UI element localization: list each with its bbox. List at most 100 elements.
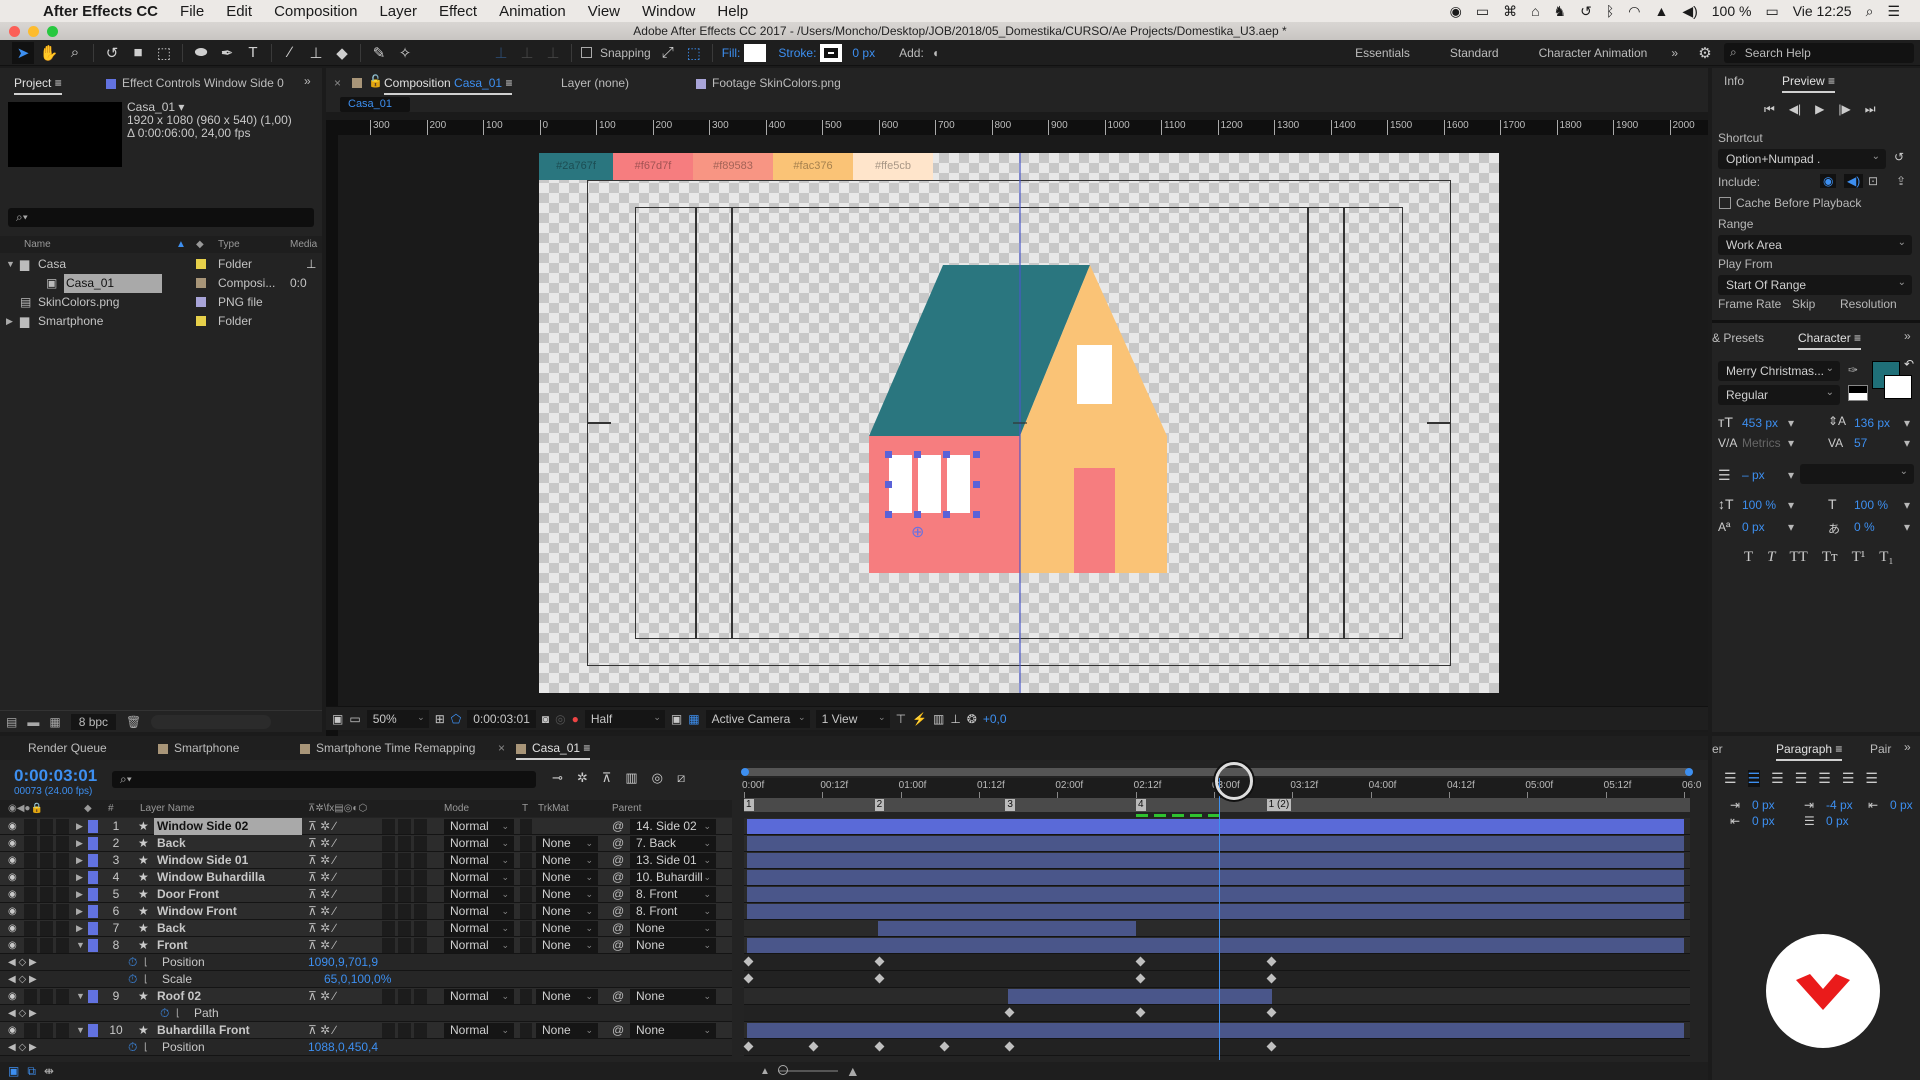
- property-value[interactable]: 1090,9,701,9: [308, 954, 378, 971]
- mask-visibility-icon[interactable]: ⬠: [451, 712, 461, 726]
- label-color-swatch[interactable]: [88, 871, 98, 884]
- justify-left-icon[interactable]: ☰: [1795, 770, 1808, 787]
- last-frame-button[interactable]: ⏭: [1865, 102, 1876, 117]
- parent-dropdown[interactable]: 13. Side 01 ⌄: [630, 853, 716, 868]
- font-size-dropdown-icon[interactable]: ▾: [1788, 416, 1794, 430]
- puppet-pin-tool-icon[interactable]: ✧: [394, 42, 416, 64]
- stroke-width-dropdown-icon[interactable]: ▾: [1788, 468, 1794, 482]
- more-tabs-icon[interactable]: »: [1904, 740, 1911, 754]
- tab-paragraph[interactable]: Paragraph ≡: [1776, 742, 1843, 761]
- display-icon[interactable]: ▭: [1476, 3, 1489, 20]
- flowchart-icon[interactable]: ⊥: [306, 255, 316, 274]
- audio-toggle[interactable]: [24, 887, 37, 902]
- property-row[interactable]: ◀ ◇ ▶ ⏱ ⌊ Path: [0, 1005, 732, 1022]
- label-color-swatch[interactable]: [88, 888, 98, 901]
- layer-switches[interactable]: ⊼ ✲ ∕: [308, 903, 336, 920]
- keyframe[interactable]: [1266, 1007, 1277, 1018]
- lock-toggle[interactable]: [56, 819, 69, 834]
- switch-toggle[interactable]: [398, 870, 411, 885]
- more-tabs-icon[interactable]: »: [304, 74, 311, 88]
- search-help-field[interactable]: ⌕ Search Help: [1724, 42, 1914, 63]
- motion-blur-icon[interactable]: ◎: [652, 770, 663, 786]
- lock-toggle[interactable]: [56, 836, 69, 851]
- stopwatch-icon[interactable]: ⏱: [128, 971, 137, 988]
- interpret-footage-icon[interactable]: ▤: [6, 715, 17, 729]
- keyframe[interactable]: [1266, 973, 1277, 984]
- menu-layer[interactable]: Layer: [368, 3, 428, 20]
- mode-dropdown[interactable]: Normal ⌄: [444, 836, 514, 851]
- keyframe[interactable]: [874, 1041, 885, 1052]
- visibility-eye-icon[interactable]: ◉: [8, 869, 17, 886]
- ellipse-tool-icon[interactable]: ⬬: [190, 42, 212, 64]
- label-color-swatch[interactable]: [88, 854, 98, 867]
- justify-right-icon[interactable]: ☰: [1842, 770, 1855, 787]
- label-color-swatch[interactable]: [88, 837, 98, 850]
- solo-toggle[interactable]: [40, 989, 53, 1004]
- mode-dropdown[interactable]: Normal ⌄: [444, 921, 514, 936]
- selection-tool-icon[interactable]: ➤: [12, 41, 34, 64]
- layer-switches[interactable]: ⊼ ✲ ∕: [308, 886, 336, 903]
- pickwhip-icon[interactable]: @: [612, 869, 624, 886]
- parent-dropdown[interactable]: None ⌄: [630, 921, 716, 936]
- visibility-eye-icon[interactable]: ◉: [8, 937, 17, 954]
- workspace-essentials[interactable]: Essentials: [1355, 46, 1410, 60]
- preserve-transparency-toggle[interactable]: [520, 989, 532, 1004]
- new-folder-icon[interactable]: ▬: [27, 715, 39, 729]
- parent-dropdown[interactable]: 8. Front ⌄: [630, 904, 716, 919]
- switch-toggle[interactable]: [382, 887, 395, 902]
- keynote-icon[interactable]: ⌂: [1531, 3, 1539, 19]
- audio-toggle[interactable]: [24, 989, 37, 1004]
- switch-toggle[interactable]: [382, 1023, 395, 1038]
- layer-name[interactable]: Roof 02: [154, 988, 201, 1005]
- stopwatch-icon[interactable]: ⏱: [128, 1039, 137, 1056]
- layer-row[interactable]: ◉ ▶ 4 ★ Window Buhardilla ⊼ ✲ ∕ Normal ⌄ None ⌄ @1…: [0, 869, 732, 886]
- vertical-ruler[interactable]: [326, 135, 338, 775]
- mode-dropdown[interactable]: Normal ⌄: [444, 819, 514, 834]
- layer-switches[interactable]: ⊼ ✲ ∕: [308, 852, 336, 869]
- expanded-arrow-icon[interactable]: ▼: [6, 255, 15, 274]
- keyframe-navigator[interactable]: ◀ ◇ ▶: [8, 1039, 37, 1056]
- leading-value[interactable]: 136 px: [1854, 416, 1890, 430]
- workspace-character-animation[interactable]: Character Animation: [1539, 46, 1648, 60]
- swap-colors-icon[interactable]: ↶: [1904, 357, 1914, 371]
- horizontal-ruler[interactable]: 300 200 100 0 100 200 300 400 500 600 700 800 900 100…: [326, 120, 1859, 135]
- timeline-current-time[interactable]: 0:00:03:01: [14, 766, 97, 786]
- type-tool-icon[interactable]: T: [242, 42, 264, 64]
- label-color-swatch[interactable]: [88, 905, 98, 918]
- layer-row[interactable]: ◉ ▶ 2 ★ Back ⊼ ✲ ∕ Normal ⌄ None ⌄ @7. Back ⌄: [0, 835, 732, 852]
- shy-layers-icon[interactable]: ⊼: [602, 770, 612, 786]
- horizontal-scale-value[interactable]: 100 %: [1854, 498, 1888, 512]
- baseline-shift-value[interactable]: 0 px: [1742, 520, 1765, 534]
- parent-dropdown[interactable]: None ⌄: [630, 989, 716, 1004]
- default-colors-icon[interactable]: [1848, 385, 1868, 401]
- trkmat-dropdown[interactable]: None ⌄: [536, 887, 598, 902]
- playhead-line[interactable]: [1218, 778, 1220, 1060]
- graph-editor-icon[interactable]: ⧄: [677, 770, 685, 786]
- preserve-transparency-toggle[interactable]: [520, 904, 532, 919]
- property-value[interactable]: 1088,0,450,4: [308, 1039, 378, 1056]
- property-row[interactable]: ◀ ◇ ▶ ⏱ ⌊ Scale 65,0,100,0%: [0, 971, 732, 988]
- graph-icon[interactable]: ⌊: [144, 954, 148, 971]
- tab-truncated[interactable]: er: [1712, 742, 1723, 756]
- roto-brush-tool-icon[interactable]: ✎: [368, 42, 390, 64]
- tracking-value[interactable]: 57: [1854, 436, 1867, 450]
- switch-toggle[interactable]: [382, 870, 395, 885]
- transparency-grid-icon[interactable]: ▦: [688, 712, 699, 726]
- vertical-scale-value[interactable]: 100 %: [1742, 498, 1776, 512]
- solo-toggle[interactable]: [40, 819, 53, 834]
- minimize-window-button[interactable]: [28, 26, 39, 37]
- layer-row[interactable]: ◉ ▶ 5 ★ Door Front ⊼ ✲ ∕ Normal ⌄ None ⌄ @8. Front…: [0, 886, 732, 903]
- keyframe-navigator[interactable]: ◀ ◇ ▶: [8, 954, 37, 971]
- include-overlays-icon[interactable]: ⊡: [1868, 174, 1878, 188]
- workspace-standard[interactable]: Standard: [1450, 46, 1499, 60]
- clock[interactable]: Vie 12:25: [1793, 3, 1852, 19]
- visibility-eye-icon[interactable]: ◉: [8, 988, 17, 1005]
- fast-previews-icon[interactable]: ⚡: [912, 712, 927, 726]
- close-window-button[interactable]: [9, 26, 20, 37]
- export-icon[interactable]: ⇪: [1896, 174, 1906, 188]
- battery-status[interactable]: 100 %: [1712, 3, 1752, 19]
- solo-toggle[interactable]: [40, 921, 53, 936]
- solo-toggle[interactable]: [40, 853, 53, 868]
- column-trkmat[interactable]: TrkMat: [538, 800, 569, 817]
- layer-row[interactable]: ◉ ▼ 10 ★ Buhardilla Front ⊼ ✲ ∕ Normal ⌄ None ⌄ @ N…: [0, 1022, 732, 1039]
